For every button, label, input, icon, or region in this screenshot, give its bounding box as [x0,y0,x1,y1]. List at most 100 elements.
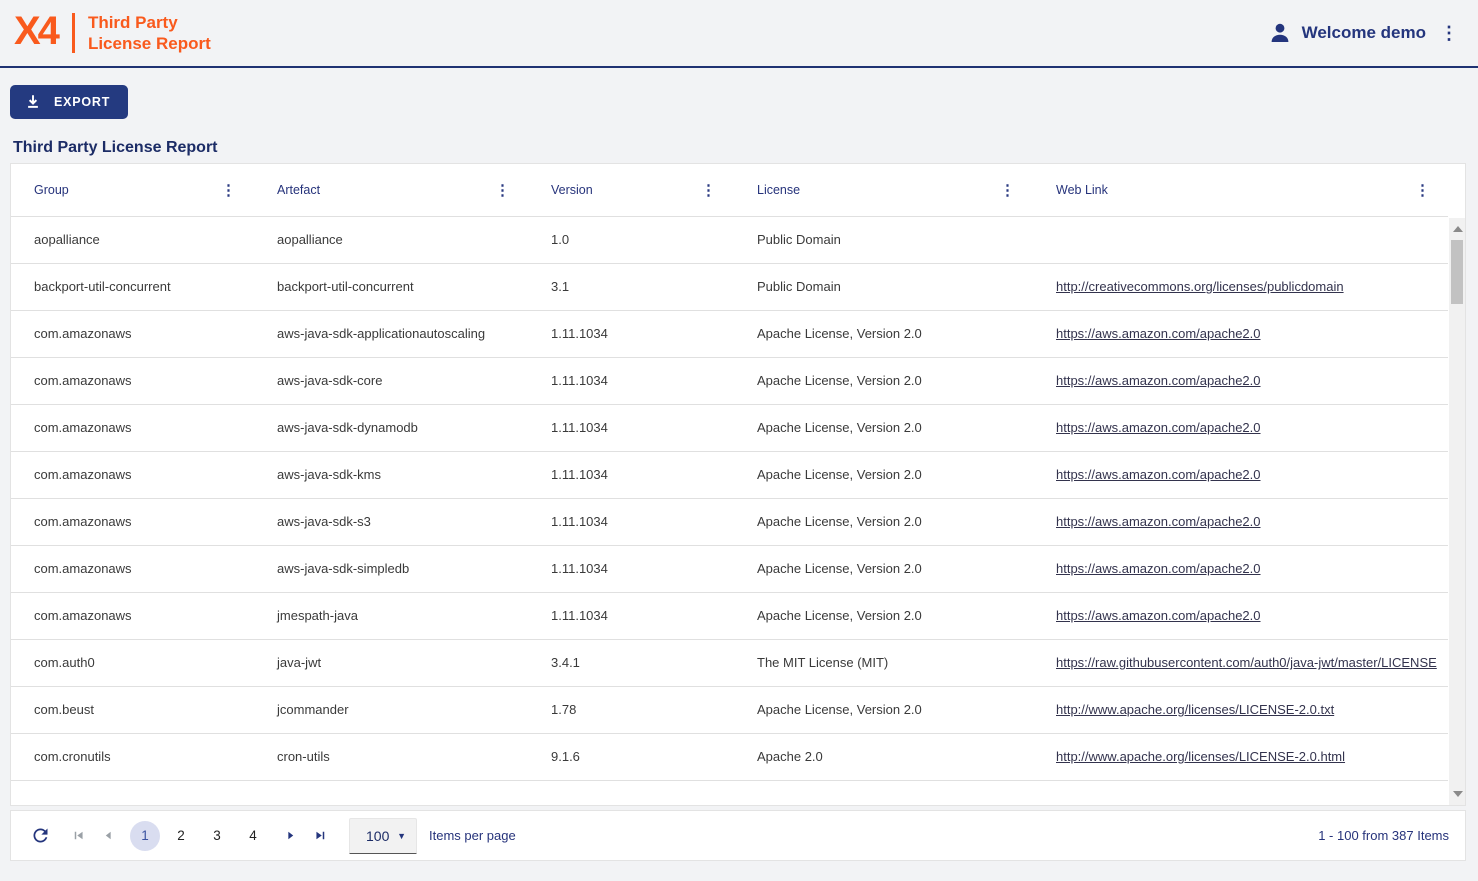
items-per-page-select[interactable]: 100 ▼ [349,818,417,854]
cell-artefact: aws-java-sdk-simpledb [254,546,528,592]
table-row: com.amazonaws jmespath-java 1.11.1034 Ap… [11,593,1448,640]
user-icon [1268,21,1292,45]
column-menu-kebab-icon[interactable]: ⋮ [697,181,720,200]
cell-license: Apache License, Version 2.0 [734,358,1033,404]
cell-group: com.amazonaws [11,311,254,357]
cell-license: Apache License, Version 2.0 [734,546,1033,592]
column-label: License [757,183,800,197]
page-button-4[interactable]: 4 [238,821,268,851]
cell-weblink [1033,217,1448,263]
table-row: com.amazonaws aws-java-sdk-simpledb 1.11… [11,546,1448,593]
chevron-down-icon: ▼ [397,831,406,841]
user-menu-kebab-icon[interactable]: ⋮ [1436,22,1462,44]
weblink-link[interactable]: https://aws.amazon.com/apache2.0 [1056,420,1261,435]
cell-artefact: aws-java-sdk-kms [254,452,528,498]
column-label: Group [34,183,69,197]
last-page-button[interactable] [305,821,335,851]
cell-license: Public Domain [734,264,1033,310]
cell-license: The MIT License (MIT) [734,640,1033,686]
column-menu-kebab-icon[interactable]: ⋮ [996,181,1019,200]
column-header-version: Version ⋮ [528,164,734,216]
column-menu-kebab-icon[interactable]: ⋮ [491,181,514,200]
scroll-up-icon[interactable] [1453,226,1463,232]
cell-artefact: aws-java-sdk-dynamodb [254,405,528,451]
cell-version: 1.11.1034 [528,499,734,545]
page-button-1[interactable]: 1 [130,821,160,851]
previous-page-button[interactable] [93,821,123,851]
table-row: com.amazonaws aws-java-sdk-core 1.11.103… [11,358,1448,405]
scroll-down-icon[interactable] [1453,791,1463,797]
toolbar: EXPORT [0,68,1478,119]
cell-weblink: https://aws.amazon.com/apache2.0 [1033,452,1448,498]
cell-group: com.amazonaws [11,358,254,404]
next-page-button[interactable] [275,821,305,851]
export-button-label: EXPORT [54,95,110,109]
weblink-link[interactable]: https://raw.githubusercontent.com/auth0/… [1056,655,1437,670]
cell-license: Apache License, Version 2.0 [734,452,1033,498]
cell-artefact: aws-java-sdk-applicationautoscaling [254,311,528,357]
cell-license: Apache License, Version 2.0 [734,311,1033,357]
welcome-label: Welcome demo [1302,23,1426,43]
page-button-3[interactable]: 3 [202,821,232,851]
weblink-link[interactable]: http://www.apache.org/licenses/LICENSE-2… [1056,702,1334,717]
table-row: com.beust jcommander 1.78 Apache License… [11,687,1448,734]
cell-group: com.amazonaws [11,593,254,639]
column-menu-kebab-icon[interactable]: ⋮ [1411,181,1434,200]
app-logo: X4 Third Party License Report [14,11,211,55]
cell-version: 1.11.1034 [528,452,734,498]
cell-version: 1.11.1034 [528,405,734,451]
items-per-page-label: Items per page [429,828,516,843]
table-row: com.amazonaws aws-java-sdk-dynamodb 1.11… [11,405,1448,452]
app-title-line1: Third Party [88,12,211,33]
refresh-button[interactable] [25,821,55,851]
cell-version: 1.11.1034 [528,593,734,639]
paginator: 1234 100 ▼ Items per page 1 - 100 from 3… [10,810,1466,861]
app-header: X4 Third Party License Report Welcome de… [0,0,1478,68]
cell-version: 1.11.1034 [528,546,734,592]
table-row: com.cronutils cron-utils 9.1.6 Apache 2.… [11,734,1448,781]
page-button-2[interactable]: 2 [166,821,196,851]
weblink-link[interactable]: https://aws.amazon.com/apache2.0 [1056,514,1261,529]
cell-group: com.amazonaws [11,499,254,545]
cell-artefact: jcommander [254,687,528,733]
app-title: Third Party License Report [88,12,211,54]
cell-version: 3.1 [528,264,734,310]
cell-group: com.amazonaws [11,405,254,451]
cell-weblink: https://aws.amazon.com/apache2.0 [1033,311,1448,357]
cell-group: com.auth0 [11,640,254,686]
cell-group: com.amazonaws [11,452,254,498]
cell-weblink: https://raw.githubusercontent.com/auth0/… [1033,640,1448,686]
cell-artefact: jmespath-java [254,593,528,639]
table-row: com.amazonaws aws-java-sdk-s3 1.11.1034 … [11,499,1448,546]
column-label: Web Link [1056,183,1108,197]
weblink-link[interactable]: https://aws.amazon.com/apache2.0 [1056,561,1261,576]
cell-group: com.beust [11,687,254,733]
x4-logo: X4 [14,11,57,55]
cell-artefact: java-jwt [254,640,528,686]
cell-weblink: http://www.apache.org/licenses/LICENSE-2… [1033,734,1448,780]
cell-version: 1.0 [528,217,734,263]
export-button[interactable]: EXPORT [10,85,128,119]
pagination-range-label: 1 - 100 from 387 Items [1318,828,1449,843]
weblink-link[interactable]: https://aws.amazon.com/apache2.0 [1056,608,1261,623]
cell-license: Apache License, Version 2.0 [734,499,1033,545]
first-page-button[interactable] [63,821,93,851]
scrollbar-thumb[interactable] [1451,240,1463,304]
column-menu-kebab-icon[interactable]: ⋮ [217,181,240,200]
table-row: com.amazonaws aws-java-sdk-applicationau… [11,311,1448,358]
cell-weblink: https://aws.amazon.com/apache2.0 [1033,405,1448,451]
weblink-link[interactable]: https://aws.amazon.com/apache2.0 [1056,373,1261,388]
weblink-link[interactable]: http://creativecommons.org/licenses/publ… [1056,279,1344,294]
weblink-link[interactable]: https://aws.amazon.com/apache2.0 [1056,326,1261,341]
table-scrollbar[interactable] [1449,218,1465,805]
cell-version: 9.1.6 [528,734,734,780]
cell-artefact: aopalliance [254,217,528,263]
table-header-row: Group⋮Artefact⋮Version⋮License⋮Web Link⋮ [11,164,1448,217]
cell-group: com.amazonaws [11,546,254,592]
cell-group: backport-util-concurrent [11,264,254,310]
weblink-link[interactable]: http://www.apache.org/licenses/LICENSE-2… [1056,749,1345,764]
download-icon [24,93,42,111]
column-label: Version [551,183,593,197]
weblink-link[interactable]: https://aws.amazon.com/apache2.0 [1056,467,1261,482]
column-header-artefact: Artefact⋮ [254,164,528,216]
